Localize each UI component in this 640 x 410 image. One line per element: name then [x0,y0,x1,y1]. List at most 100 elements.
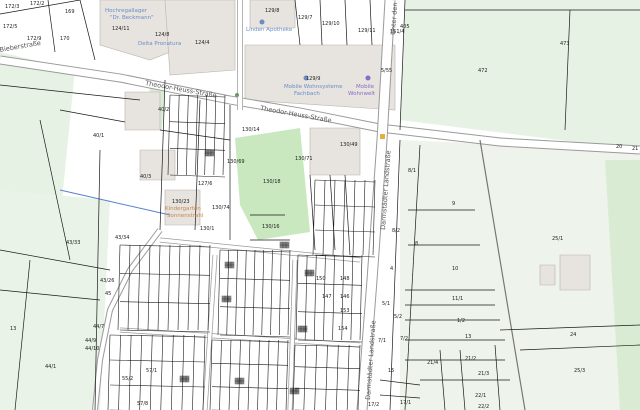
building-cluster [307,269,312,274]
building-east-1 [559,254,591,291]
parcel-label: 129/9 [306,76,320,82]
building-cluster [182,378,187,383]
parcel-label: 129/10 [322,21,340,27]
building-cluster [289,390,294,395]
map-view[interactable]: Theodor-Heuss-Straße Theodor-Heuss-Straß… [0,0,640,410]
building-cluster [227,264,232,269]
poi-label-sonnenstrahl[interactable]: Sonnenstrahl [167,213,204,219]
parcel-label: 17/2 [368,402,379,408]
parcel-label: 172/5 [3,24,17,30]
building-cluster [304,269,309,274]
building-cluster [279,241,284,246]
parcel-label: 130/49 [340,142,358,148]
parcel-label: 129/8 [265,8,279,14]
building-cluster [279,244,284,249]
parcel-label: 20 [616,144,622,150]
building-cluster [289,387,294,392]
building-block-124-4 [164,0,236,76]
building-cluster [224,261,229,266]
parcel-label: 129/11 [358,28,376,34]
building-cluster [307,272,312,277]
building-cluster [224,264,229,269]
parcel-label: 405 [400,24,410,30]
poi-label-mobile-wohnwelt[interactable]: Mobile [356,84,375,90]
parcel-label: 8/1 [408,168,416,174]
parcel-label: 129/7 [298,15,312,21]
parcel-label: 154 [338,326,348,332]
shop-marker-violet-icon[interactable] [365,75,371,81]
building-cluster [295,390,300,395]
parcel-label: 21/3 [478,371,489,377]
parcel-label: 44/10 [85,346,99,352]
parcel-label: 130/14 [242,127,260,133]
building-east-2 [539,264,556,286]
parcel-label: 13 [10,326,16,332]
building-cluster [179,375,184,380]
building-cluster [292,390,297,395]
poi-label-delta-pronatura[interactable]: Delta Pronatura [138,41,181,47]
parcel-label: 15 [388,368,394,374]
building-cluster [234,377,239,382]
bus-stop-icon[interactable] [380,134,385,139]
parcel-label: 22/2 [478,404,489,410]
poi-label-linden-pharmacy[interactable]: Linden Apotheke [246,27,293,33]
parcel-label: 172/2 [30,1,44,7]
parcel-label: 127/6 [198,181,212,187]
building-cluster [297,325,302,330]
parcel-label: 130/18 [263,179,281,185]
parcel-label: 124/8 [155,32,169,38]
building-cluster [204,149,209,154]
poi-label-hochregallager[interactable]: Hochregallager [105,8,148,14]
poi-label-mobile-wohnsysteme[interactable]: Mobile Wohnsysteme [284,84,343,90]
parcel-label: 130/71 [295,156,313,162]
building-cluster [221,295,226,300]
building-cluster [285,241,290,246]
building-cluster [295,387,300,392]
parcel-label: 43/34 [115,235,129,241]
parcel-label: 150 [316,276,326,282]
building-cluster [310,272,315,277]
building-cluster [240,377,245,382]
parcel-label: 8/2 [392,228,400,234]
green-area-west [0,52,75,200]
poi-label-fachbach[interactable]: Fachbach [294,91,320,97]
poi-label-wohnwelt[interactable]: Wohnwelt [348,91,376,97]
map-canvas[interactable]: Theodor-Heuss-Straße Theodor-Heuss-Straß… [0,0,640,410]
parcel-label: 170 [60,36,70,42]
building-block-130-49 [309,127,361,176]
parcel-label: 130/74 [212,205,230,211]
pharmacy-marker-icon[interactable] [259,19,265,25]
parcel-label: 21/4 [427,360,438,366]
building-cluster [227,295,232,300]
building-cluster [207,152,212,157]
building-cluster [185,378,190,383]
parcel-label: 21 [632,146,638,152]
parcel-label: 25/3 [574,368,585,374]
poi-label-kindergarten[interactable]: Kindergarten [165,206,201,212]
building-cluster [282,244,287,249]
building-cluster [285,244,290,249]
parcel-label: 57/8 [137,401,148,407]
parcel-label: 130/16 [262,224,280,230]
poi-label-dr-beckmann[interactable]: "Dr. Beckmann" [110,15,154,21]
building-cluster [210,152,215,157]
parcel-label: 17/1 [400,400,411,406]
parcel-label: 472 [478,68,488,74]
building-cluster [297,328,302,333]
parcel-label: 130/1 [200,226,214,232]
parcel-label: 4 [390,266,393,272]
building-cluster [210,149,215,154]
parcel-label: 44/9 [85,338,96,344]
parcel-label: 40/1 [93,133,104,139]
building-cluster [282,241,287,246]
parcel-label: 169 [65,9,75,15]
building-block-40-2 [124,91,161,131]
building-cluster [303,328,308,333]
parcel-label: 44/7 [93,324,104,330]
parcel-label: 124/4 [195,40,209,46]
building-cluster [292,387,297,392]
parcel-label: 25/1 [552,236,563,242]
building-cluster [221,298,226,303]
parcel-label: 43/33 [66,240,80,246]
parcel-label: 172/9 [27,36,41,42]
